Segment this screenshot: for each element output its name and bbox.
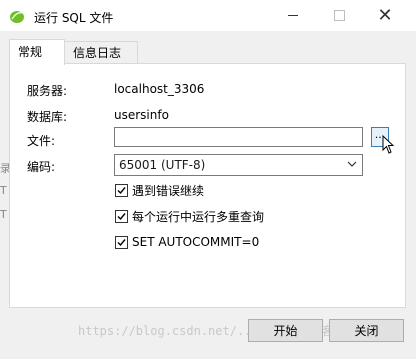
tab-info-log[interactable]: 信息日志 xyxy=(64,41,138,64)
option-continue-on-error[interactable]: 遇到错误继续 xyxy=(115,182,204,198)
checkbox[interactable] xyxy=(115,235,128,249)
option-multiple-queries[interactable]: 每个运行中运行多重查询 xyxy=(115,208,264,224)
edge-fragment: 录 xyxy=(0,162,11,175)
tab-general[interactable]: 常规 xyxy=(9,39,65,65)
database-label: 数据库: xyxy=(27,110,68,124)
checkmark-icon xyxy=(117,212,126,220)
close-icon: ✕ xyxy=(377,4,393,26)
server-label: 服务器: xyxy=(27,84,68,98)
maximize-button[interactable] xyxy=(316,0,362,31)
option-label: SET AUTOCOMMIT=0 xyxy=(132,235,260,249)
option-label: 遇到错误继续 xyxy=(132,183,205,198)
navicat-leaf-icon xyxy=(10,11,24,23)
checkbox[interactable] xyxy=(115,183,128,197)
checkmark-icon xyxy=(117,186,126,194)
minimize-button[interactable] xyxy=(270,0,316,31)
checkbox[interactable] xyxy=(115,209,128,223)
start-button[interactable]: 开始 xyxy=(248,319,323,342)
window-title: 运行 SQL 文件 xyxy=(34,11,114,25)
file-label: 文件: xyxy=(27,134,56,148)
server-value: localhost_3306 xyxy=(114,82,205,96)
database-value: usersinfo xyxy=(114,108,169,122)
maximize-icon xyxy=(333,10,345,21)
chevron-down-icon xyxy=(347,161,357,167)
option-autocommit[interactable]: SET AUTOCOMMIT=0 xyxy=(115,234,259,250)
mouse-cursor-icon xyxy=(382,135,395,154)
title-bar: 运行 SQL 文件 ✕ xyxy=(0,0,416,31)
encoding-select[interactable]: 65001 (UTF-8) xyxy=(114,154,363,176)
encoding-label: 编码: xyxy=(27,160,56,174)
edge-fragment: T xyxy=(0,184,7,197)
close-button[interactable]: 关闭 xyxy=(329,319,404,342)
close-window-button[interactable]: ✕ xyxy=(362,0,408,31)
edge-fragment: T xyxy=(0,208,7,221)
minimize-icon xyxy=(288,15,298,16)
file-path-input[interactable] xyxy=(114,127,363,147)
checkmark-icon xyxy=(117,238,126,246)
option-label: 每个运行中运行多重查询 xyxy=(132,209,265,224)
general-panel: 服务器: localhost_3306 数据库: usersinfo 文件: .… xyxy=(9,63,406,308)
encoding-selected-value: 65001 (UTF-8) xyxy=(119,158,206,172)
